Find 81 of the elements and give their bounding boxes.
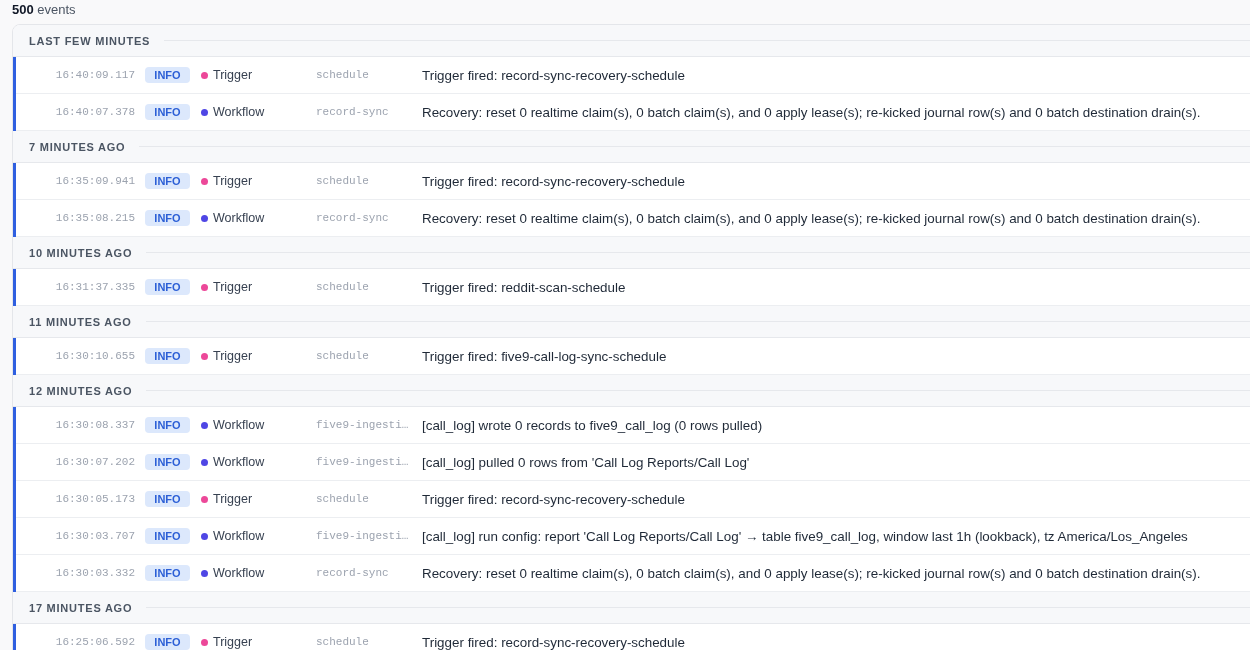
event-time: 16:25:06.592 [54,636,135,648]
event-origin: schedule [316,636,370,648]
level-badge: INFO [145,104,190,120]
level-badge: INFO [145,634,190,650]
group-title: 12 MINUTES AGO [29,384,133,397]
event-origin: five9-ingesti… [316,456,410,468]
source-label: Trigger [213,349,253,363]
event-row[interactable]: 16:35:09.941 INFO Trigger schedule Trigger fired: record-sync-recovery-schedule [13,163,1250,200]
source-label: Workflow [213,105,265,119]
event-message: Trigger fired: five9-call-log-sync-schedule [422,348,667,364]
level-badge: INFO [145,491,190,507]
group-title: 10 MINUTES AGO [29,246,133,259]
event-origin: five9-ingesti… [316,419,410,431]
event-time: 16:30:08.337 [54,419,135,431]
level-badge: INFO [145,565,190,581]
event-message: Trigger fired: record-sync-recovery-schedule [422,634,685,650]
event-row[interactable]: 16:35:08.215 INFO Workflow record-sync Recovery: reset 0 realtime claim(s), 0 batch claim(s), and 0 apply lease(s); re-kicked journal row(s) and 0 batch destination drain(s). [13,200,1250,237]
event-message: Recovery: reset 0 realtime claim(s), 0 batch claim(s), and 0 apply lease(s); re-kicked journal row(s) and 0 batch destination drain(s). [422,104,1201,120]
event-origin: schedule [316,281,370,293]
event-message: [call_log] run config: report 'Call Log Reports/Call Log' → table five9_call_log, window last 1h (lookback), tz America/Los_Angeles [422,528,1188,544]
event-origin: record-sync [316,212,390,224]
event-message: [call_log] pulled 0 rows from 'Call Log Reports/Call Log' [422,454,750,470]
group-title: 11 MINUTES AGO [29,315,132,328]
event-message: Trigger fired: record-sync-recovery-schedule [422,67,685,83]
event-message: Recovery: reset 0 realtime claim(s), 0 batch claim(s), and 0 apply lease(s); re-kicked journal row(s) and 0 batch destination drain(s). [422,210,1201,226]
event-origin: schedule [316,175,370,187]
event-time: 16:40:09.117 [54,69,135,81]
event-origin: schedule [316,69,370,81]
source-label: Trigger [213,68,253,82]
event-count: 500 events [12,3,76,16]
event-row[interactable]: 16:30:08.337 INFO Workflow five9-ingesti… [call_log] wrote 0 records to five9_call_log (0 rows pulled) [13,407,1250,444]
level-badge: INFO [145,67,190,83]
event-message: Trigger fired: record-sync-recovery-schedule [422,491,685,507]
event-origin: schedule [316,350,370,362]
event-message: Trigger fired: record-sync-recovery-schedule [422,173,685,189]
event-time: 16:31:37.335 [54,281,135,293]
event-time: 16:35:09.941 [54,175,135,187]
event-time: 16:30:03.332 [54,567,135,579]
source-label: Workflow [213,566,265,580]
source-label: Trigger [213,635,253,649]
event-row[interactable]: 16:30:03.707 INFO Workflow five9-ingesti… [call_log] run config: report 'Call Log Reports/Call Log' → table five9_call_log, window last 1h (lookback), tz America/Los_Angeles [13,518,1250,555]
group-title: LAST FEW MINUTES [29,34,151,47]
source-label: Trigger [213,492,253,506]
event-origin: record-sync [316,567,390,579]
event-origin: record-sync [316,106,390,118]
event-row[interactable]: 16:30:03.332 INFO Workflow record-sync Recovery: reset 0 realtime claim(s), 0 batch claim(s), and 0 apply lease(s); re-kicked journal row(s) and 0 batch destination drain(s). [13,555,1250,592]
group-title: 17 MINUTES AGO [29,601,133,614]
level-badge: INFO [145,454,190,470]
group-title: 7 MINUTES AGO [29,140,126,153]
level-badge: INFO [145,348,190,364]
event-row[interactable]: 16:30:05.173 INFO Trigger schedule Trigger fired: record-sync-recovery-schedule [13,481,1250,518]
source-label: Workflow [213,211,265,225]
event-time: 16:30:05.173 [54,493,135,505]
event-message: Recovery: reset 0 realtime claim(s), 0 batch claim(s), and 0 apply lease(s); re-kicked journal row(s) and 0 batch destination drain(s). [422,565,1201,581]
event-origin: five9-ingesti… [316,530,410,542]
severity-stripe [13,624,16,650]
event-time: 16:35:08.215 [54,212,135,224]
event-origin: schedule [316,493,370,505]
event-time: 16:40:07.378 [54,106,135,118]
level-badge: INFO [145,417,190,433]
source-label: Trigger [213,174,253,188]
event-row[interactable]: 16:40:09.117 INFO Trigger schedule Trigger fired: record-sync-recovery-schedule [13,57,1250,94]
event-message: [call_log] wrote 0 records to five9_call_log (0 rows pulled) [422,417,763,433]
source-label: Workflow [213,418,265,432]
level-badge: INFO [145,279,190,295]
level-badge: INFO [145,210,190,226]
event-time: 16:30:10.655 [54,350,135,362]
source-label: Workflow [213,529,265,543]
event-row[interactable]: 16:40:07.378 INFO Workflow record-sync Recovery: reset 0 realtime claim(s), 0 batch claim(s), and 0 apply lease(s); re-kicked journal row(s) and 0 batch destination drain(s). [13,94,1250,131]
event-message: Trigger fired: reddit-scan-schedule [422,279,626,295]
event-time: 16:30:07.202 [54,456,135,468]
level-badge: INFO [145,528,190,544]
severity-stripe [13,338,16,375]
event-row[interactable]: 16:31:37.335 INFO Trigger schedule Trigger fired: reddit-scan-schedule [13,269,1250,306]
event-time: 16:30:03.707 [54,530,135,542]
severity-stripe [13,269,16,306]
level-badge: INFO [145,173,190,189]
event-row[interactable]: 16:30:10.655 INFO Trigger schedule Trigger fired: five9-call-log-sync-schedule [13,338,1250,375]
source-label: Workflow [213,455,265,469]
source-label: Trigger [213,280,253,294]
event-row[interactable]: 16:30:07.202 INFO Workflow five9-ingesti… [call_log] pulled 0 rows from 'Call Log Reports/Call Log' [13,444,1250,481]
